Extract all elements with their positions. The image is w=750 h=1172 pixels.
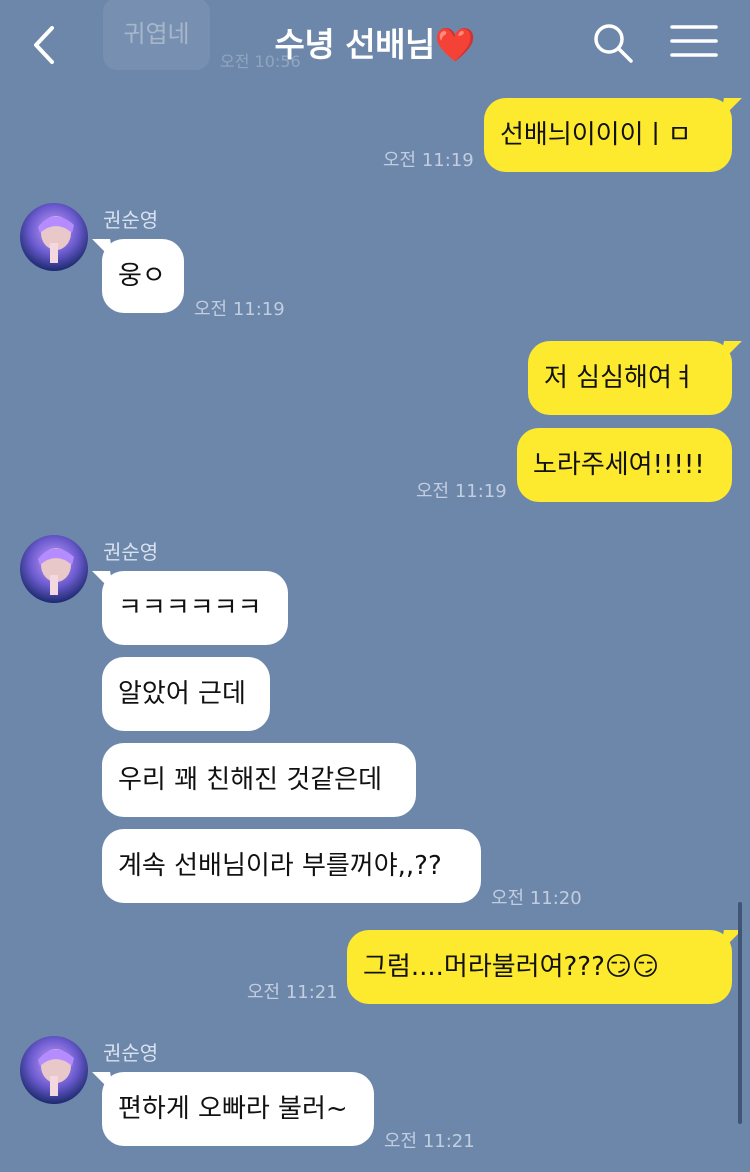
contact-avatar[interactable] <box>20 203 88 271</box>
their-message-bubble[interactable]: 편하게 오빠라 불러~ <box>102 1072 374 1146</box>
my-message-bubble[interactable]: 그럼....머라불러여???😏😏 <box>347 930 732 1004</box>
sender-name: 권순영 <box>103 1041 159 1065</box>
avatar-photo-icon <box>20 535 88 603</box>
message-time: 오전 11:21 <box>247 982 338 1003</box>
menu-icon <box>670 25 718 57</box>
sender-name: 권순영 <box>103 208 159 232</box>
their-message-bubble[interactable]: 우리 꽤 친해진 것같은데 <box>102 743 416 817</box>
previous-message-time: 오전 10:56 <box>220 52 301 71</box>
previous-message-bubble: 귀엽네 <box>103 0 210 70</box>
scrollbar[interactable] <box>738 902 742 1124</box>
my-message-bubble[interactable]: 선배늬이이이ㅣㅁ <box>484 98 732 172</box>
message-time: 오전 11:19 <box>416 481 507 502</box>
message-time: 오전 11:19 <box>194 299 285 320</box>
contact-avatar[interactable] <box>20 535 88 603</box>
their-message-bubble[interactable]: 알았어 근데 <box>102 657 270 731</box>
my-message-bubble[interactable]: 노라주세여!!!!! <box>517 428 732 502</box>
my-message-bubble[interactable]: 저 심심해여ㅕ <box>528 341 732 415</box>
their-message-bubble[interactable]: 웅ㅇ <box>102 239 184 313</box>
search-icon <box>594 24 633 63</box>
sender-name: 권순영 <box>103 540 159 564</box>
message-time: 오전 11:19 <box>383 150 474 171</box>
contact-avatar[interactable] <box>20 1036 88 1104</box>
their-message-bubble[interactable]: 계속 선배님이라 부를꺼야,,?? <box>102 829 481 903</box>
message-time: 오전 11:20 <box>491 888 582 909</box>
avatar-photo-icon <box>20 203 88 271</box>
search-button[interactable] <box>590 20 636 66</box>
avatar-photo-icon <box>20 1036 88 1104</box>
message-time: 오전 11:21 <box>384 1131 475 1152</box>
menu-button[interactable] <box>668 22 720 62</box>
their-message-bubble[interactable]: ㅋㅋㅋㅋㅋㅋ <box>102 571 288 645</box>
